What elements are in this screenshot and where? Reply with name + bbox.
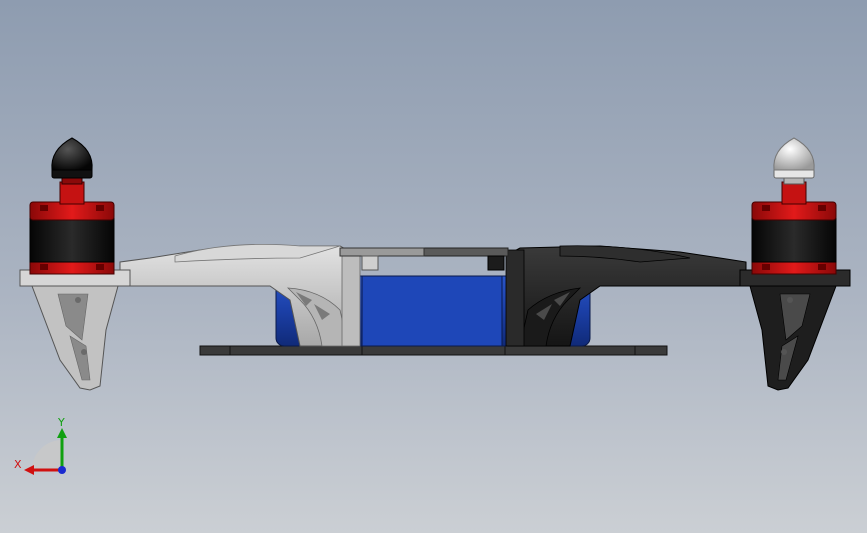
cad-viewport[interactable]: Y X (0, 0, 867, 533)
model-canvas[interactable]: Y X (0, 0, 867, 533)
bottom-plate[interactable] (199, 345, 668, 356)
y-axis-label: Y (57, 416, 65, 429)
z-axis-dot-icon (58, 466, 66, 474)
x-axis-label: X (14, 458, 22, 471)
